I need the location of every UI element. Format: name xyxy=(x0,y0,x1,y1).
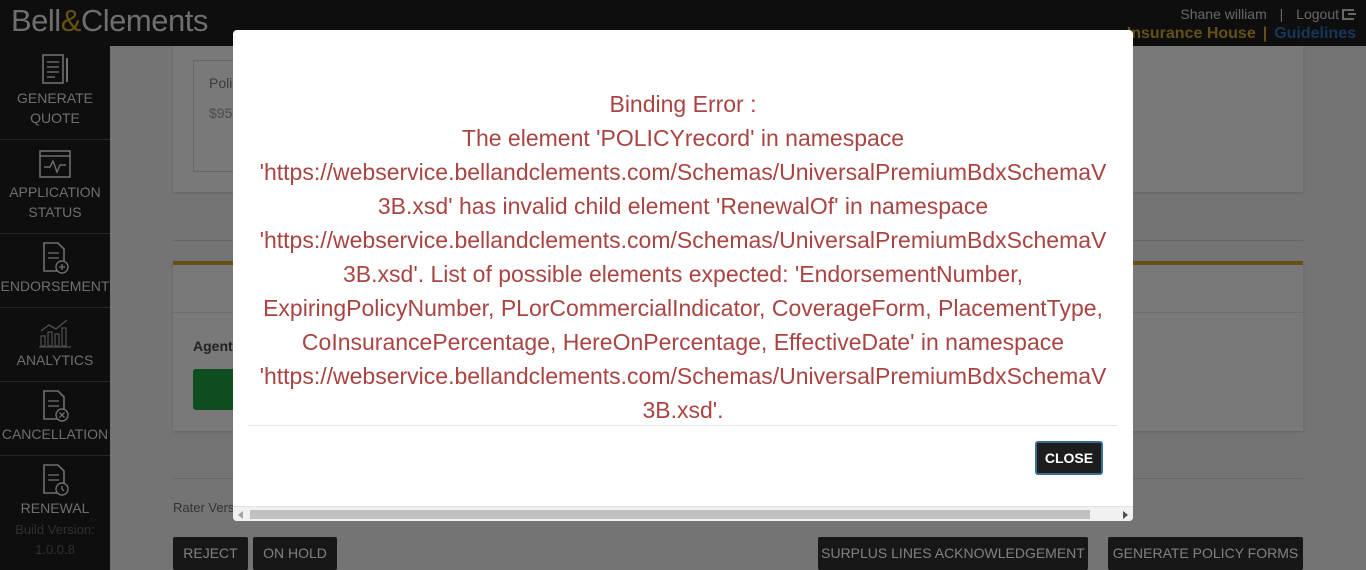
error-line: 'https://webservice.bellandclements.com/… xyxy=(259,159,1107,185)
scroll-left-icon[interactable] xyxy=(238,511,243,519)
error-line: CoInsurancePercentage, HereOnPercentage,… xyxy=(301,329,1065,355)
error-line: The element 'POLICYrecord' in namespace xyxy=(461,125,905,151)
modal-footer-divider xyxy=(248,425,1118,426)
error-line: Binding Error : xyxy=(609,91,757,117)
error-line: 3B.xsd'. List of possible elements expec… xyxy=(343,261,1023,287)
horizontal-scrollbar[interactable] xyxy=(233,506,1133,521)
error-modal: Binding Error : The element 'POLICYrecor… xyxy=(233,30,1133,521)
close-button[interactable]: CLOSE xyxy=(1035,441,1103,475)
binding-error-message: Binding Error : The element 'POLICYrecor… xyxy=(248,87,1118,425)
scrollbar-thumb[interactable] xyxy=(250,510,1090,519)
error-line: 'https://webservice.bellandclements.com/… xyxy=(259,227,1107,253)
error-line: ExpiringPolicyNumber, PLorCommercialIndi… xyxy=(263,295,1103,321)
modal-body: Binding Error : The element 'POLICYrecor… xyxy=(248,87,1133,425)
scroll-right-icon[interactable] xyxy=(1123,511,1128,519)
error-line: 'https://webservice.bellandclements.com/… xyxy=(259,363,1107,389)
error-line: 3B.xsd'. xyxy=(642,397,724,423)
error-line: 3B.xsd' has invalid child element 'Renew… xyxy=(377,193,989,219)
